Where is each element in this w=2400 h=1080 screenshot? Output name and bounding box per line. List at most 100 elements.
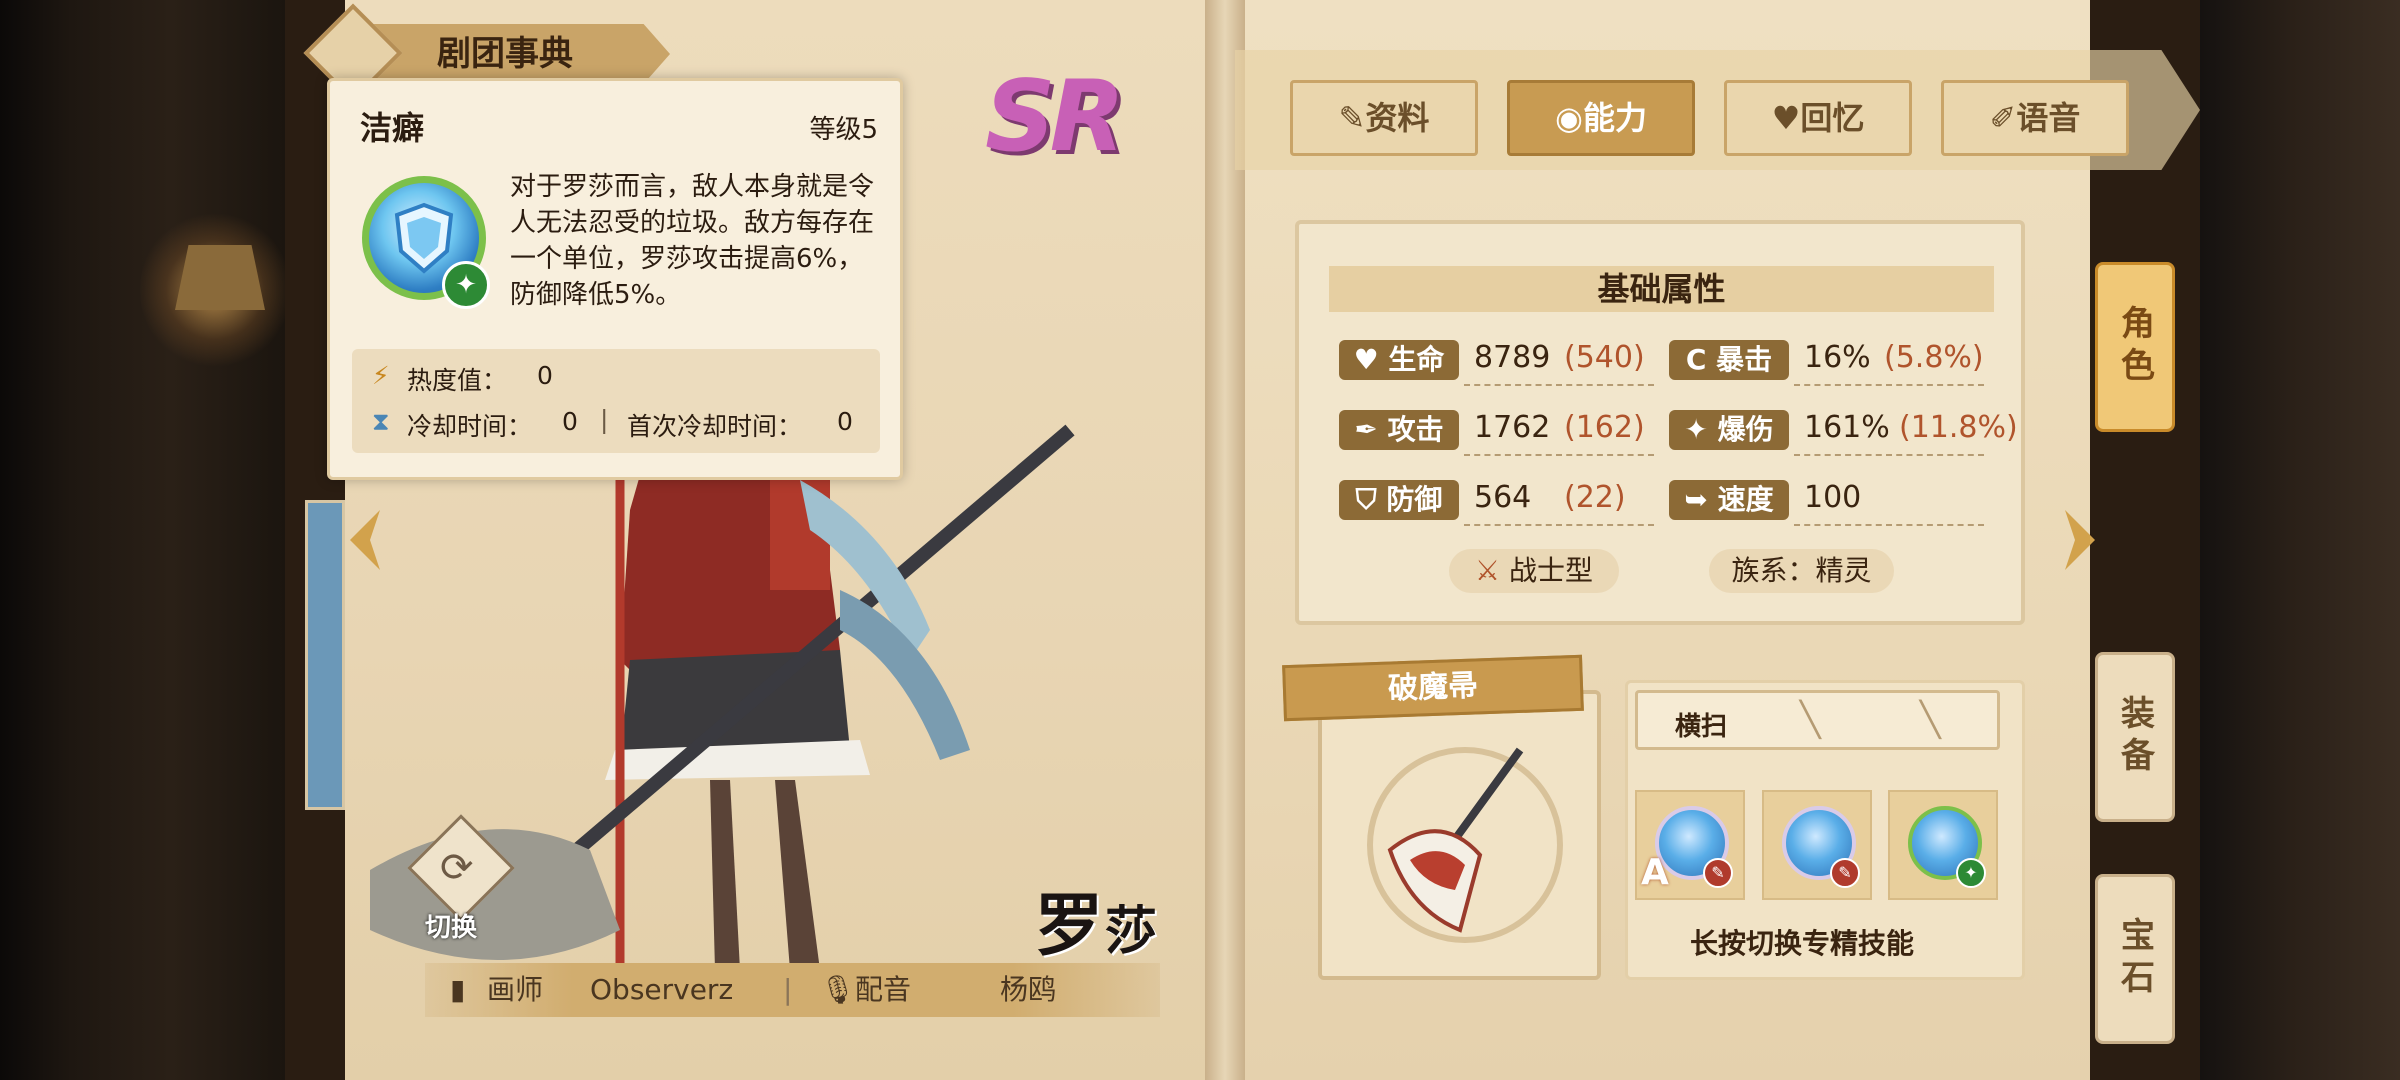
defense-tag: ⛉ 防御 bbox=[1339, 480, 1459, 520]
rarity-badge: SR bbox=[985, 60, 1125, 174]
skill-slot-2[interactable]: ✎ bbox=[1762, 790, 1872, 900]
lamp-shade bbox=[175, 245, 265, 310]
base-attributes-panel: 基础属性 ♥ 生命 8789 (540) C 暴击 16% (5.8%) ✒ 攻… bbox=[1295, 220, 2025, 625]
voice-actor-name: 杨鸥 bbox=[1000, 973, 1057, 1006]
voice-label: 配音 bbox=[855, 973, 912, 1006]
scroll-icon: ✎ bbox=[1338, 99, 1366, 137]
switch-skin-button[interactable]: ⟳ 切换 bbox=[405, 814, 515, 945]
character-name: 罗莎 bbox=[1035, 870, 1159, 969]
tab-ability[interactable]: ◉能力 bbox=[1507, 80, 1695, 156]
skill-tooltip: 洁癖 等级5 ✦ 对于罗莎而言，敌人本身就是令人无法忍受的垃圾。敌方每存在一个单… bbox=[327, 78, 903, 480]
skill-badge-icon: ✎ bbox=[1830, 858, 1860, 888]
crit-value: 16% bbox=[1804, 340, 1871, 375]
def-bonus: (22) bbox=[1564, 480, 1626, 515]
heat-icon: ⚡ bbox=[372, 361, 390, 390]
hp-bonus: (540) bbox=[1564, 340, 1645, 375]
weapon-name: 破魔帚 bbox=[1282, 654, 1584, 722]
skill-slot-3[interactable]: ✦ bbox=[1888, 790, 1998, 900]
crit-bonus: (5.8%) bbox=[1884, 340, 1984, 375]
hp-value: 8789 bbox=[1474, 340, 1551, 375]
character-name-main: 罗 bbox=[1035, 887, 1106, 966]
heat-label: 热度值： bbox=[407, 366, 508, 395]
skill-description: 对于罗莎而言，敌人本身就是令人无法忍受的垃圾。敌方每存在一个单位，罗莎攻击提高6… bbox=[510, 172, 875, 310]
cooldown-value: 0 bbox=[562, 407, 578, 436]
credits-divider: | bbox=[783, 973, 793, 1006]
speed-tag: ➥ 速度 bbox=[1669, 480, 1789, 520]
spd-value: 100 bbox=[1804, 480, 1862, 515]
side-tab-gem[interactable]: 宝石 bbox=[2095, 874, 2175, 1044]
switch-label: 切换 bbox=[425, 913, 478, 943]
warrior-icon: ⚔ bbox=[1474, 554, 1501, 587]
tab-ability-label: 能力 bbox=[1582, 99, 1647, 137]
attr-row-crit: C 暴击 16% (5.8%) bbox=[1669, 334, 1999, 386]
heat-value: 0 bbox=[537, 361, 553, 390]
attr-row-atk: ✒ 攻击 1762 (162) bbox=[1339, 404, 1659, 456]
def-underline bbox=[1464, 524, 1654, 526]
passive-star-icon: ✦ bbox=[1956, 858, 1986, 888]
mic-icon: 🎙 bbox=[820, 973, 856, 1006]
skill-level: 等级5 bbox=[809, 115, 878, 145]
background-scene-left bbox=[0, 0, 285, 1080]
attr-row-hp: ♥ 生命 8789 (540) bbox=[1339, 334, 1659, 386]
clip-icon: ◉ bbox=[1555, 99, 1583, 137]
def-label: 防御 bbox=[1386, 483, 1443, 516]
passive-star-icon: ✦ bbox=[442, 261, 490, 309]
cooldown-label: 冷却时间： bbox=[407, 412, 533, 441]
artist-label: 画师 bbox=[487, 973, 544, 1006]
skill-stats-box: ⚡ 热度值： 0 ⧗ 冷却时间： 0 | 首次冷却时间： 0 bbox=[352, 349, 880, 453]
crit-label: 暴击 bbox=[1716, 343, 1773, 376]
character-name-small: 莎 bbox=[1105, 902, 1160, 962]
switch-icon: ⟳ bbox=[440, 845, 474, 891]
attributes-header: 基础属性 bbox=[1329, 266, 1994, 312]
atk-value: 1762 bbox=[1474, 410, 1551, 445]
tab-memory-label: 回忆 bbox=[1800, 99, 1865, 137]
class-label: 战士型 bbox=[1509, 554, 1594, 587]
attr-row-def: ⛉ 防御 564 (22) bbox=[1339, 474, 1659, 526]
skill-name: 洁癖 bbox=[360, 109, 425, 147]
prev-character-arrow-icon[interactable] bbox=[340, 505, 390, 575]
heart-icon: ♥ bbox=[1771, 99, 1801, 137]
side-tab-character[interactable]: 角色 bbox=[2095, 262, 2175, 432]
cooldown-icon: ⧗ bbox=[372, 407, 390, 436]
atk-label: 攻击 bbox=[1387, 413, 1444, 446]
spd-underline bbox=[1794, 524, 1984, 526]
attr-row-critdmg: ✦ 爆伤 161% (11.8%) bbox=[1669, 404, 2018, 456]
attr-row-spd: ➥ 速度 100 bbox=[1669, 474, 1999, 526]
weapon-skill-name: 横扫 bbox=[1675, 712, 1728, 742]
tab-voice[interactable]: ✐语音 bbox=[1941, 80, 2129, 156]
critdmg-tag: ✦ 爆伤 bbox=[1669, 410, 1789, 450]
cooldown-divider: | bbox=[600, 405, 609, 434]
empty-slot-marker: ╲ bbox=[1800, 700, 1821, 740]
crit-tag: C 暴击 bbox=[1669, 340, 1789, 380]
crit-underline bbox=[1794, 384, 1984, 386]
first-cooldown-value: 0 bbox=[837, 407, 853, 436]
next-character-arrow-icon[interactable] bbox=[2055, 505, 2105, 575]
background-scene-right bbox=[2200, 0, 2400, 1080]
tab-memory[interactable]: ♥回忆 bbox=[1724, 80, 1912, 156]
longpress-hint: 长按切换专精技能 bbox=[1690, 927, 1915, 960]
hp-label: 生命 bbox=[1388, 343, 1445, 376]
atk-underline bbox=[1464, 454, 1654, 456]
skill-badge-icon: ✎ bbox=[1703, 858, 1733, 888]
weapon-broom-illustration bbox=[1367, 747, 1563, 943]
spd-label: 速度 bbox=[1717, 483, 1774, 516]
class-pill: ⚔ 战士型 bbox=[1449, 549, 1619, 593]
critdmg-value: 161% bbox=[1804, 410, 1890, 445]
side-tab-equipment[interactable]: 装备 bbox=[2095, 652, 2175, 822]
attack-tag: ✒ 攻击 bbox=[1339, 410, 1459, 450]
artist-name: Observerz bbox=[590, 973, 734, 1006]
skill-slot-1[interactable]: A ✎ bbox=[1635, 790, 1745, 900]
empty-slot-marker: ╲ bbox=[1920, 700, 1941, 740]
atk-bonus: (162) bbox=[1564, 410, 1645, 445]
race-pill: 族系：精灵 bbox=[1709, 549, 1894, 593]
tab-profile[interactable]: ✎资料 bbox=[1290, 80, 1478, 156]
tab-profile-label: 资料 bbox=[1365, 99, 1430, 137]
artist-icon: ▮ bbox=[450, 973, 466, 1006]
bookmark-left bbox=[305, 500, 345, 810]
def-value: 564 bbox=[1474, 480, 1532, 515]
credits-bar: ▮ 画师 Observerz | 🎙 配音 杨鸥 bbox=[425, 963, 1160, 1017]
mic-icon: ✐ bbox=[1989, 99, 2017, 137]
hp-underline bbox=[1464, 384, 1654, 386]
critdmg-underline bbox=[1794, 454, 1984, 456]
skill-slot-a-label: A bbox=[1641, 852, 1669, 893]
